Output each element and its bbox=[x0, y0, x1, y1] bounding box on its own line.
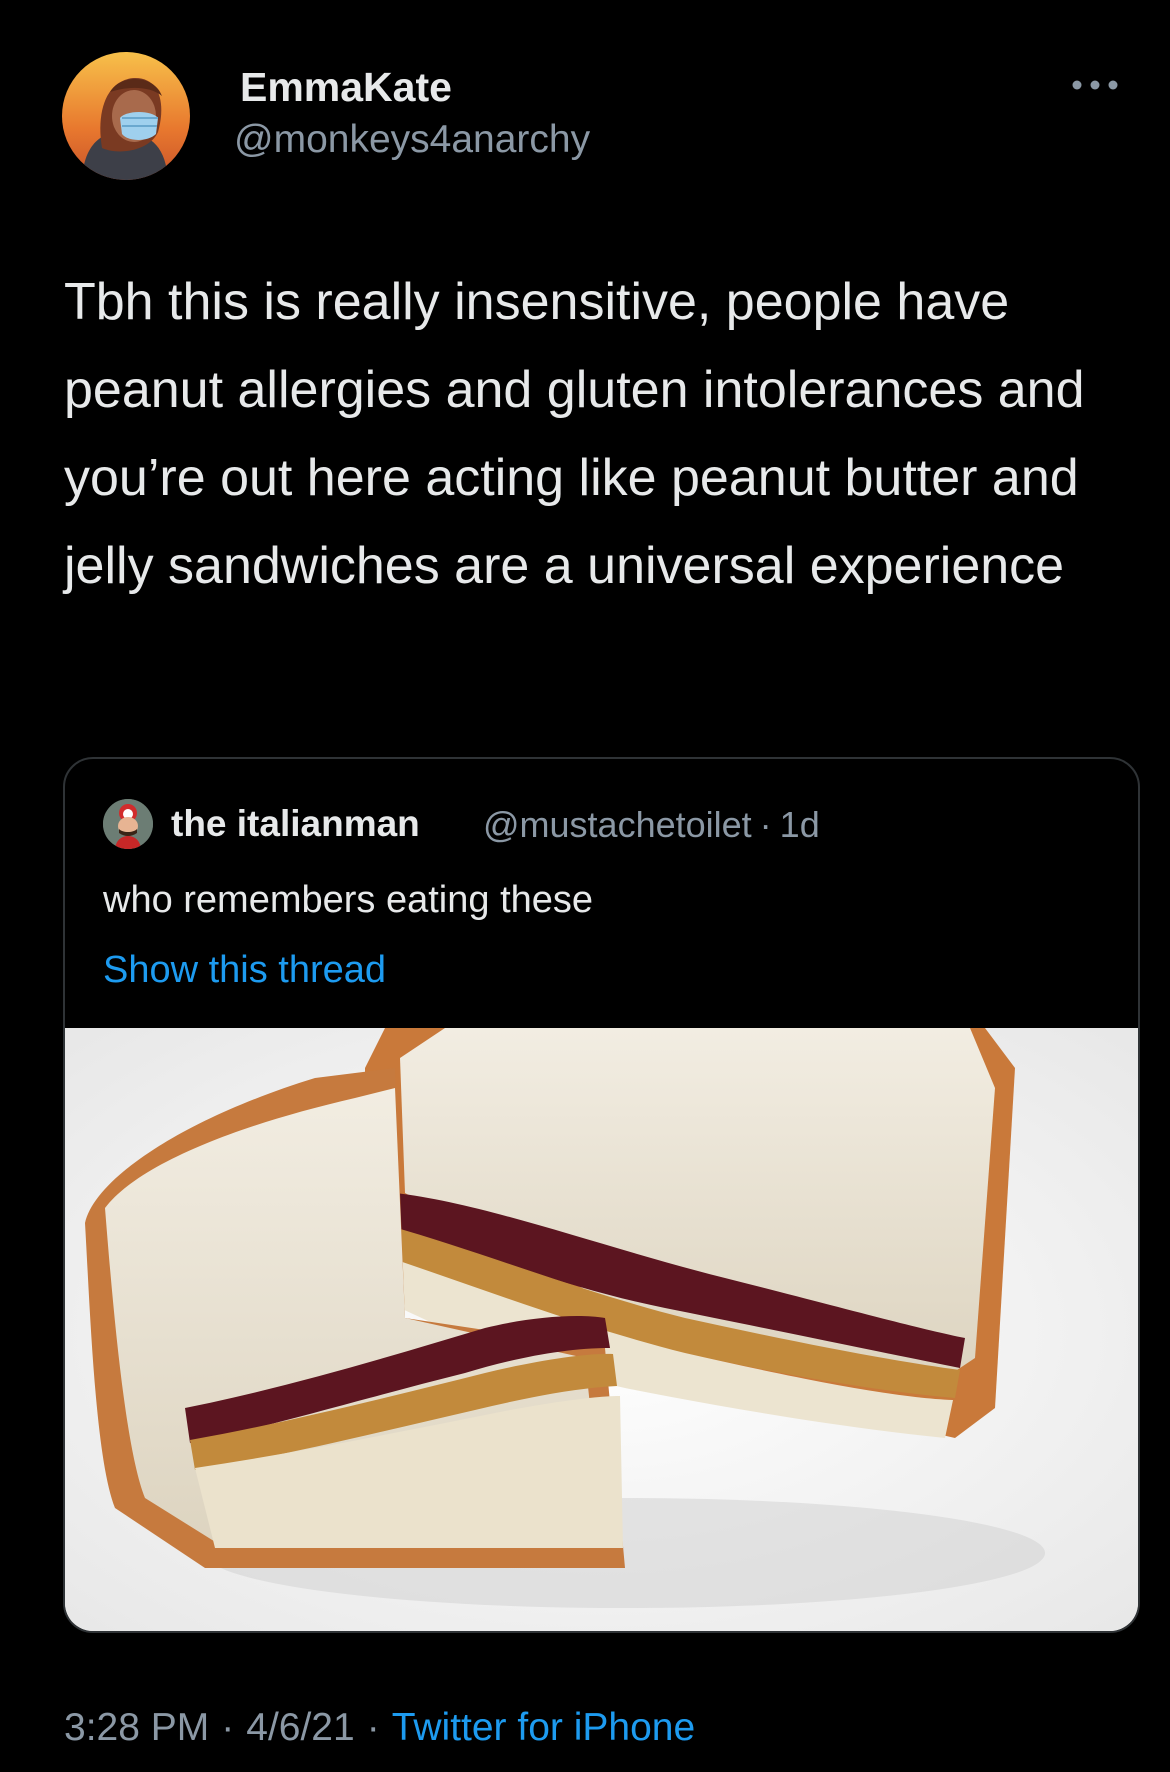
avatar-character-icon bbox=[103, 799, 153, 849]
show-thread-link[interactable]: Show this thread bbox=[103, 949, 386, 992]
sandwich-image bbox=[65, 1028, 1138, 1631]
tweet-footer: 3:28 PM · 4/6/21 · Twitter for iPhone bbox=[64, 1706, 695, 1750]
tweet: EmmaKate @monkeys4anarchy Tbh this is re… bbox=[0, 0, 1170, 1772]
author-avatar[interactable] bbox=[62, 52, 190, 180]
tweet-source-link[interactable]: Twitter for iPhone bbox=[392, 1706, 695, 1749]
footer-separator: · bbox=[221, 1706, 235, 1749]
tweet-time[interactable]: 3:28 PM bbox=[64, 1706, 209, 1749]
more-options-icon[interactable] bbox=[1065, 75, 1125, 95]
quoted-author-avatar[interactable] bbox=[103, 799, 153, 849]
quoted-tweet-card[interactable]: the italianman @mustachetoilet · 1d who re… bbox=[63, 757, 1140, 1633]
quoted-author-display-name[interactable]: the italianman bbox=[171, 803, 420, 845]
meta-separator: · bbox=[759, 804, 772, 845]
quoted-tweet-time[interactable]: 1d bbox=[780, 804, 820, 845]
author-handle[interactable]: @monkeys4anarchy bbox=[234, 118, 590, 162]
quoted-author-meta: @mustachetoilet · 1d bbox=[483, 804, 820, 846]
footer-separator-2: · bbox=[366, 1706, 380, 1749]
quoted-tweet-media[interactable] bbox=[65, 1028, 1138, 1631]
tweet-date[interactable]: 4/6/21 bbox=[246, 1706, 354, 1749]
author-display-name[interactable]: EmmaKate bbox=[240, 64, 452, 111]
quoted-tweet-text: who remembers eating these bbox=[103, 879, 594, 921]
avatar-illustration-icon bbox=[62, 52, 190, 180]
quoted-author-handle[interactable]: @mustachetoilet bbox=[483, 804, 752, 845]
tweet-text: Tbh this is really insensitive, people h… bbox=[64, 273, 1085, 595]
